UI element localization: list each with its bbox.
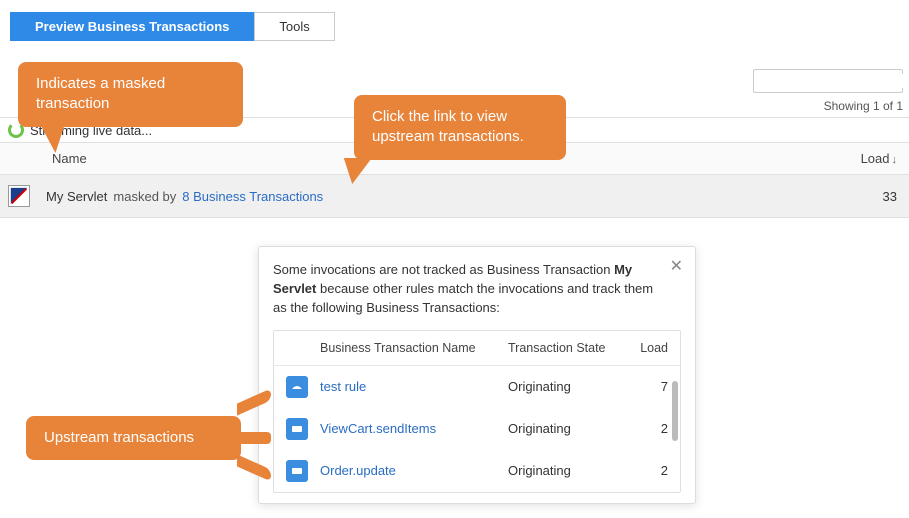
- popover-row-state: Originating: [508, 463, 618, 478]
- close-icon[interactable]: ✕: [670, 259, 683, 275]
- callout-tail-icon: [237, 432, 271, 444]
- popover-col-load[interactable]: Load: [618, 341, 668, 355]
- tab-tools[interactable]: Tools: [254, 12, 334, 41]
- popover-table-header: Business Transaction Name Transaction St…: [274, 331, 680, 366]
- search-box[interactable]: [753, 69, 903, 93]
- sort-descending-icon: ↓: [892, 154, 898, 166]
- annotation-callout-upstream: Upstream transactions: [26, 416, 241, 460]
- popover-row-name-link[interactable]: ViewCart.sendItems: [320, 421, 508, 436]
- popover-col-state[interactable]: Transaction State: [508, 341, 618, 355]
- column-header-load[interactable]: Load↓: [837, 151, 897, 166]
- popover-description: Some invocations are not tracked as Busi…: [273, 261, 681, 318]
- annotation-callout-upstream-text: Upstream transactions: [44, 429, 194, 446]
- business-transaction-icon: [286, 460, 308, 482]
- scrollbar[interactable]: [672, 381, 678, 441]
- row-bt-name: My Servlet: [46, 189, 107, 204]
- popover-row-name-link[interactable]: Order.update: [320, 463, 508, 478]
- popover-desc-prefix: Some invocations are not tracked as Busi…: [273, 262, 614, 277]
- masked-transaction-icon: [8, 185, 30, 207]
- popover-row[interactable]: Order.update Originating 2: [274, 450, 680, 492]
- row-text: My Servlet masked by 8 Business Transact…: [46, 189, 837, 204]
- table-row[interactable]: My Servlet masked by 8 Business Transact…: [0, 175, 909, 218]
- popover-row-load: 2: [618, 421, 668, 436]
- tab-preview-business-transactions[interactable]: Preview Business Transactions: [10, 12, 254, 41]
- popover-row-name-link[interactable]: test rule: [320, 379, 508, 394]
- column-header-load-label: Load: [861, 151, 890, 166]
- popover-row-load: 7: [618, 379, 668, 394]
- popover-row-state: Originating: [508, 421, 618, 436]
- business-transaction-icon: [286, 418, 308, 440]
- popover-col-name[interactable]: Business Transaction Name: [320, 341, 508, 355]
- row-masked-by-label: masked by: [113, 189, 176, 204]
- row-load-value: 33: [837, 189, 897, 204]
- business-transaction-icon: [286, 376, 308, 398]
- annotation-callout-link: Click the link to view upstream transact…: [354, 95, 566, 160]
- popover-row-state: Originating: [508, 379, 618, 394]
- popover-desc-suffix: because other rules match the invocation…: [273, 281, 653, 315]
- search-input[interactable]: [764, 74, 909, 88]
- annotation-callout-masked: Indicates a masked transaction: [18, 62, 243, 127]
- popover-row-load: 2: [618, 463, 668, 478]
- tab-bar: Preview Business Transactions Tools: [10, 12, 909, 41]
- popover-row[interactable]: ViewCart.sendItems Originating 2: [274, 408, 680, 450]
- masked-by-link[interactable]: 8 Business Transactions: [182, 189, 323, 204]
- upstream-transactions-popover: ✕ Some invocations are not tracked as Bu…: [258, 246, 696, 504]
- popover-table: Business Transaction Name Transaction St…: [273, 330, 681, 493]
- popover-row[interactable]: test rule Originating 7: [274, 366, 680, 408]
